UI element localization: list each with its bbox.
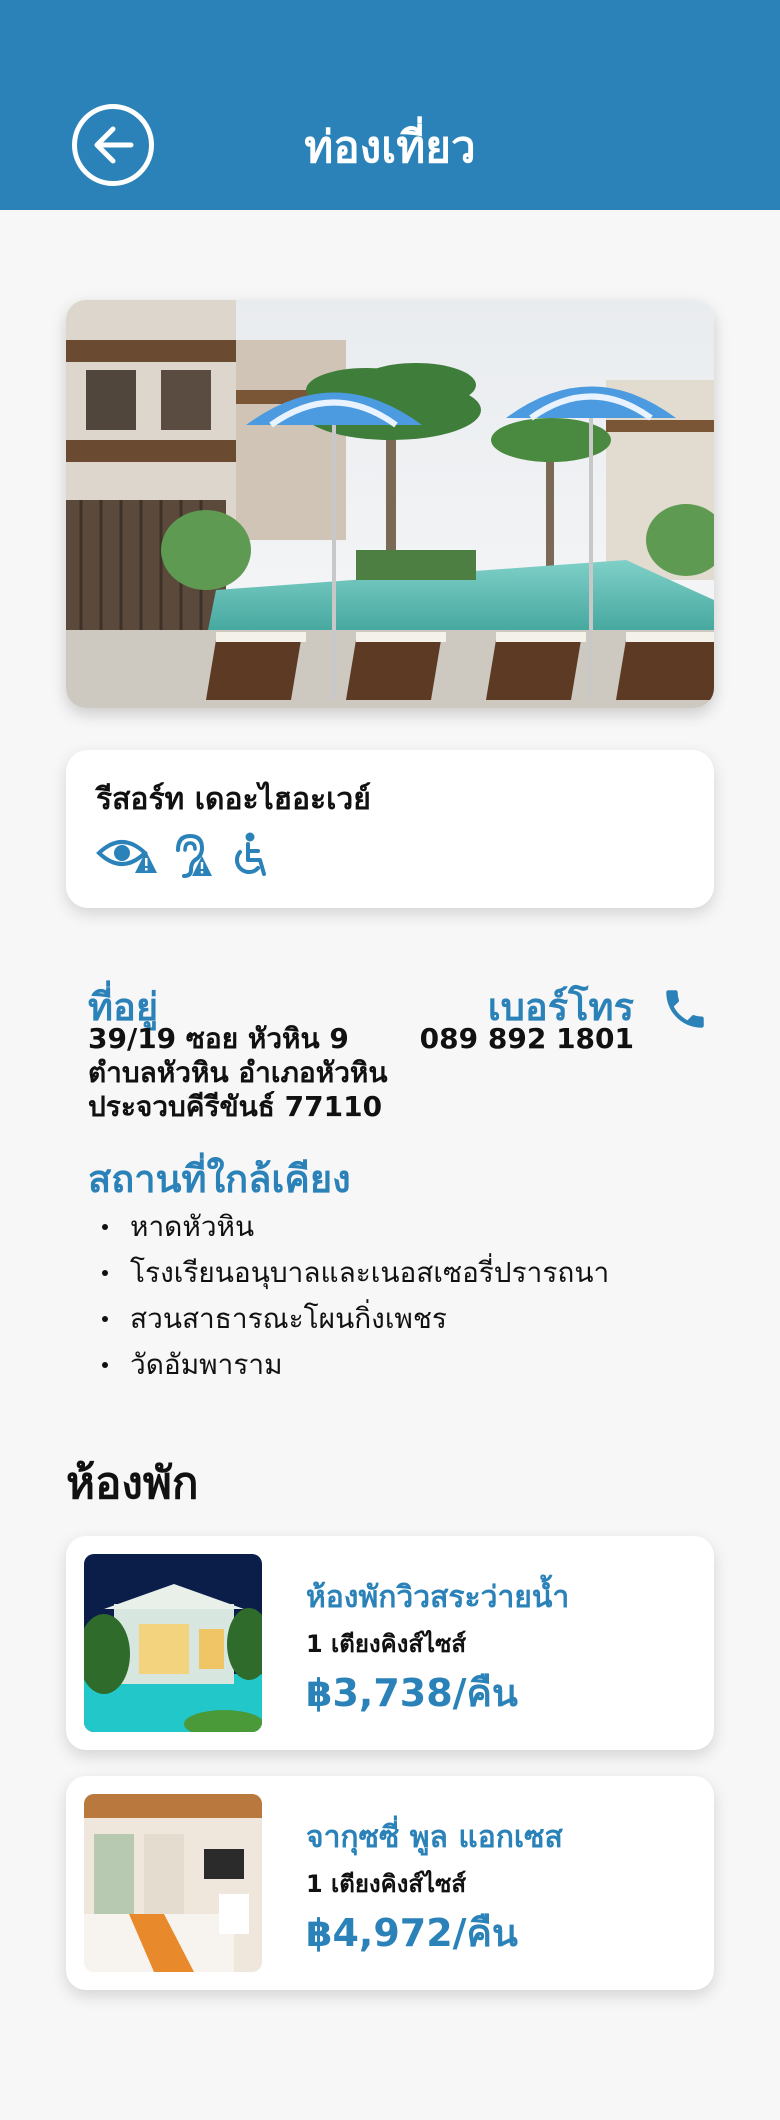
low-vision-warning-icon [96, 840, 157, 873]
bullet [102, 1270, 108, 1276]
room-bed-type: 1 เตียงคิงส์ไซส์ [306, 1870, 467, 1898]
bullet [102, 1224, 108, 1230]
phone-icon[interactable] [660, 984, 710, 1034]
list-item: โรงเรียนอนุบาลและเนอสเซอรี่ปรารถนา [102, 1250, 609, 1296]
resort-info-card: รีสอร์ท เดอะไฮอะเวย์ [66, 750, 714, 908]
nearby-place: สวนสาธารณะโผนกิ่งเพชร [130, 1302, 447, 1335]
room-bed-type: 1 เตียงคิงส์ไซส์ [306, 1630, 467, 1658]
nearby-label: สถานที่ใกล้เคียง [88, 1157, 351, 1201]
bullet [102, 1362, 108, 1368]
hearing-warning-icon [176, 833, 212, 878]
nearby-place: โรงเรียนอนุบาลและเนอสเซอรี่ปรารถนา [130, 1256, 610, 1289]
rooms-heading: ห้องพัก [66, 1458, 199, 1509]
room-price: ฿3,738/คืน [306, 1671, 518, 1715]
room-price: ฿4,972/คืน [306, 1911, 518, 1955]
accessibility-icons [96, 832, 272, 878]
wheelchair-icon [234, 832, 266, 876]
resort-name: รีสอร์ท เดอะไฮอะเวย์ [96, 782, 371, 817]
list-item: สวนสาธารณะโผนกิ่งเพชร [102, 1296, 609, 1342]
phone-number[interactable]: 089 892 1801 [414, 1022, 634, 1055]
nearby-place: วัดอัมพาราม [130, 1348, 283, 1381]
address-line: ประจวบคีรีขันธ์ 77110 [88, 1090, 383, 1123]
room-card-jacuzzi[interactable]: จากุซซี่ พูล แอกเซส 1 เตียงคิงส์ไซส์ ฿4,… [66, 1776, 714, 1990]
nearby-list: หาดหัวหิน โรงเรียนอนุบาลและเนอสเซอรี่ปรา… [102, 1204, 609, 1388]
address-line: ตำบลหัวหิน อำเภอหัวหิน [88, 1056, 388, 1089]
list-item: วัดอัมพาราม [102, 1342, 609, 1388]
app-header: ท่องเที่ยว [0, 0, 780, 210]
address-text: 39/19 ซอย หัวหิน 9 ตำบลหัวหิน อำเภอหัวหิ… [88, 1022, 418, 1124]
list-item: หาดหัวหิน [102, 1204, 609, 1250]
nearby-place: หาดหัวหิน [130, 1210, 255, 1243]
page-title: ท่องเที่ยว [304, 122, 476, 173]
resort-hero-image [66, 300, 714, 708]
room-thumbnail [84, 1794, 262, 1972]
address-line: 39/19 ซอย หัวหิน 9 [88, 1022, 349, 1055]
room-card-pool-view[interactable]: ห้องพักวิวสระว่ายน้ำ 1 เตียงคิงส์ไซส์ ฿3… [66, 1536, 714, 1750]
room-name: จากุซซี่ พูล แอกเซส [306, 1820, 563, 1855]
room-thumbnail [84, 1554, 262, 1732]
room-name: ห้องพักวิวสระว่ายน้ำ [306, 1580, 570, 1615]
bullet [102, 1316, 108, 1322]
